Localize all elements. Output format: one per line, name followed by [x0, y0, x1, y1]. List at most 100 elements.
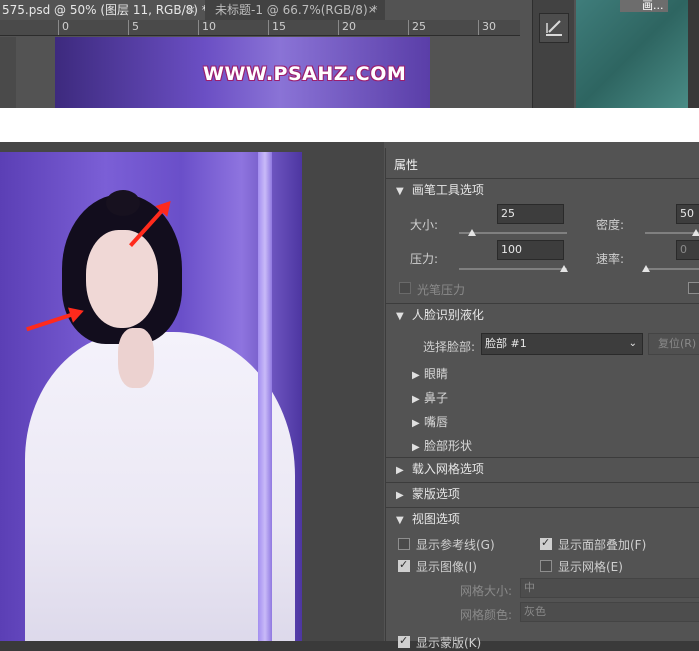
- size-slider-handle[interactable]: [468, 229, 476, 236]
- triangle-right-icon: ▶: [396, 490, 404, 501]
- density-slider[interactable]: [645, 232, 699, 234]
- face-item-label: 眼睛: [424, 367, 449, 381]
- curtain-stripe: [258, 152, 272, 641]
- pressure-label: 压力:: [410, 252, 439, 266]
- face-item-label: 嘴唇: [424, 415, 449, 429]
- section-mask-options[interactable]: ▶ 蒙版选项: [386, 482, 699, 505]
- face-item-label: 脸部形状: [424, 439, 473, 453]
- panel-title: 属性: [394, 158, 419, 172]
- liquify-dialog: 属性 ▼ 画笔工具选项 大小: 25 密度: 50 压力: 100 速率: 0 …: [0, 142, 699, 650]
- ruler-tick: 15: [268, 20, 286, 35]
- triangle-down-icon: ▼: [396, 515, 404, 526]
- face-shape: [86, 230, 158, 328]
- section-brush-options[interactable]: ▼ 画笔工具选项: [386, 178, 699, 201]
- vertical-ruler: [0, 37, 16, 108]
- close-icon[interactable]: ×: [187, 0, 196, 20]
- section-face-aware-liquify[interactable]: ▼ 人脸识别液化: [386, 303, 699, 326]
- mesh-size-dropdown[interactable]: 中: [520, 578, 699, 598]
- close-icon[interactable]: ×: [368, 0, 377, 20]
- select-face-value: 脸部 #1: [485, 337, 527, 350]
- pressure-slider[interactable]: [459, 268, 567, 270]
- show-mask-checkbox[interactable]: [398, 634, 410, 648]
- rate-input[interactable]: 0: [676, 240, 699, 260]
- mesh-color-label: 网格颜色:: [460, 608, 513, 622]
- ruler-tick: 20: [338, 20, 356, 35]
- document-tab-label: 未标题-1 @ 66.7%(RGB/8) *: [215, 3, 378, 17]
- triangle-down-icon: ▼: [396, 186, 404, 197]
- mesh-size-label: 网格大小:: [460, 584, 513, 598]
- face-item-label: 鼻子: [424, 391, 449, 405]
- white-robe-shape: [25, 332, 295, 641]
- triangle-right-icon: ▶: [396, 465, 404, 476]
- show-mesh-checkbox[interactable]: [540, 560, 552, 572]
- ruler-tick: 10: [198, 20, 216, 35]
- rate-slider-handle[interactable]: [642, 265, 650, 272]
- select-face-label: 选择脸部:: [423, 340, 476, 354]
- face-item-mouth[interactable]: ▶ 嘴唇: [412, 413, 448, 430]
- show-image-checkbox[interactable]: [398, 558, 410, 572]
- face-item-nose[interactable]: ▶ 鼻子: [412, 389, 448, 406]
- mesh-color-dropdown[interactable]: 灰色: [520, 602, 699, 622]
- edit-icon[interactable]: [539, 13, 569, 43]
- section-label: 视图选项: [411, 512, 460, 526]
- portrait-photo[interactable]: [0, 152, 302, 641]
- divider-band: [0, 108, 699, 142]
- side-thumbnail: [576, 0, 688, 108]
- triangle-down-icon: ▼: [396, 311, 404, 322]
- show-guides-checkbox[interactable]: [398, 538, 410, 550]
- document-tab-label: 575.psd @ 50% (图层 11, RGB/8) *: [2, 3, 208, 17]
- watermark-text: WWW.PSAHZ.COM: [203, 63, 407, 85]
- section-label: 蒙版选项: [411, 487, 460, 501]
- pressure-input[interactable]: 100: [497, 240, 564, 260]
- stylus-pressure-label: 光笔压力: [417, 283, 466, 297]
- ruler-tick: 30: [478, 20, 496, 35]
- triangle-right-icon: ▶: [412, 370, 420, 381]
- rate-slider[interactable]: [645, 268, 699, 270]
- show-guides-label: 显示参考线(G): [416, 538, 495, 552]
- section-load-mesh[interactable]: ▶ 载入网格选项: [386, 457, 699, 480]
- density-input[interactable]: 50: [676, 204, 699, 224]
- chevron-down-icon: ⌄: [628, 338, 637, 349]
- triangle-right-icon: ▶: [412, 442, 420, 453]
- document-tab-active[interactable]: 575.psd @ 50% (图层 11, RGB/8) * ×: [0, 0, 208, 20]
- size-input[interactable]: 25: [497, 204, 564, 224]
- triangle-right-icon: ▶: [412, 394, 420, 405]
- show-mesh-label: 显示网格(E): [558, 560, 623, 574]
- pressure-slider-handle[interactable]: [560, 265, 568, 272]
- reset-button[interactable]: 复位(R): [648, 333, 699, 355]
- hair-bun-shape: [106, 190, 140, 216]
- triangle-right-icon: ▶: [412, 418, 420, 429]
- size-label: 大小:: [410, 218, 439, 232]
- density-slider-handle[interactable]: [692, 229, 699, 236]
- show-face-overlay-checkbox[interactable]: [540, 536, 552, 550]
- photoshop-workspace-top: 575.psd @ 50% (图层 11, RGB/8) * × 未标题-1 @…: [0, 0, 699, 108]
- horizontal-ruler: 0 5 10 15 20 25 30: [0, 20, 520, 36]
- side-thumbnail-label: 画...: [642, 0, 664, 12]
- document-canvas-preview[interactable]: WWW.PSAHZ.COM: [55, 37, 430, 108]
- face-item-face-shape[interactable]: ▶ 脸部形状: [412, 437, 472, 454]
- tools-panel: [532, 0, 574, 108]
- liquify-canvas-area[interactable]: [0, 142, 384, 641]
- ruler-tick: 5: [128, 20, 139, 35]
- section-label: 人脸识别液化: [411, 308, 484, 322]
- stylus-pressure-checkbox[interactable]: [399, 282, 411, 294]
- hand-shape: [118, 328, 154, 388]
- red-arrow-icon: [26, 310, 81, 332]
- pin-edges-checkbox[interactable]: [688, 282, 699, 294]
- section-label: 画笔工具选项: [411, 183, 484, 197]
- section-label: 载入网格选项: [411, 462, 484, 476]
- show-image-label: 显示图像(I): [416, 560, 477, 574]
- ruler-tick: 25: [408, 20, 426, 35]
- select-face-dropdown[interactable]: 脸部 #1 ⌄: [481, 333, 643, 355]
- properties-panel: 属性 ▼ 画笔工具选项 大小: 25 密度: 50 压力: 100 速率: 0 …: [385, 148, 699, 650]
- show-face-overlay-label: 显示面部叠加(F): [558, 538, 647, 552]
- brush-icon[interactable]: 画...: [620, 0, 668, 12]
- density-label: 密度:: [596, 218, 625, 232]
- rate-label: 速率:: [596, 252, 625, 266]
- ruler-tick: 0: [58, 20, 69, 35]
- document-tab-inactive[interactable]: 未标题-1 @ 66.7%(RGB/8) * ×: [205, 0, 385, 20]
- show-mask-label: 显示蒙版(K): [416, 636, 482, 650]
- right-scrollbar[interactable]: [688, 0, 699, 108]
- face-item-eyes[interactable]: ▶ 眼睛: [412, 365, 448, 382]
- section-view-options[interactable]: ▼ 视图选项: [386, 507, 699, 530]
